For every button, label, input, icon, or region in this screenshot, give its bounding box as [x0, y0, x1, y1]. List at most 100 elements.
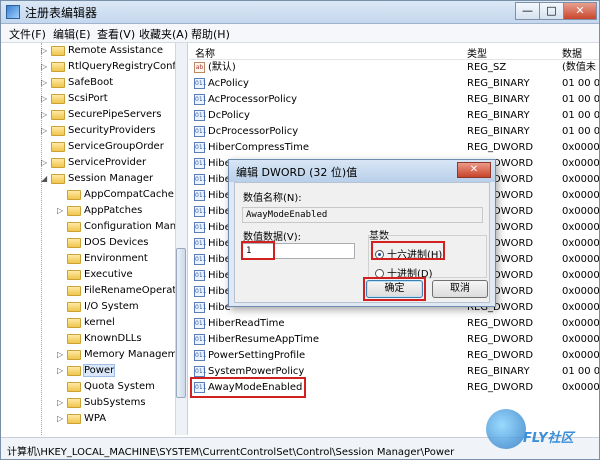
- minimize-button[interactable]: —: [515, 2, 540, 20]
- list-item[interactable]: 011 HiberReadTime REG_DWORD 0x0000: [189, 316, 599, 332]
- tree-item-power-selected[interactable]: ▷ Power: [57, 363, 116, 379]
- tree-item[interactable]: ▷ RtlQueryRegistryConfig: [41, 59, 185, 75]
- tree-item[interactable]: ▷ ServiceProvider: [41, 155, 146, 171]
- folder-icon: [67, 190, 81, 200]
- tree-item[interactable]: Executive: [57, 267, 133, 283]
- awaymode-highlight-box: [190, 377, 306, 398]
- close-button[interactable]: ✕: [563, 2, 597, 20]
- tree-item[interactable]: ◢ Session Manager: [41, 171, 153, 187]
- tree-item[interactable]: ▷ SecurityProviders: [41, 123, 155, 139]
- value-name-field[interactable]: AwayModeEnabled: [242, 207, 483, 223]
- tree-item[interactable]: ▷ AppPatches: [57, 203, 142, 219]
- list-item[interactable]: ab (默认) REG_SZ (数值未: [189, 60, 599, 76]
- list-item[interactable]: 011 AcPolicy REG_BINARY 01 00 0: [189, 76, 599, 92]
- list-header: 名称 类型 数据: [189, 43, 599, 60]
- tree-item[interactable]: ▷ Memory Managem: [57, 347, 177, 363]
- folder-icon: [67, 382, 81, 392]
- tree-item[interactable]: ServiceGroupOrder: [41, 139, 164, 155]
- tree-item[interactable]: KnownDLLs: [57, 331, 142, 347]
- menu-edit[interactable]: 编辑(E): [53, 26, 91, 42]
- binary-value-icon: 011: [194, 78, 207, 89]
- folder-icon: [67, 366, 81, 376]
- binary-value-icon: 011: [194, 190, 207, 201]
- binary-value-icon: 011: [194, 238, 207, 249]
- status-path: 计算机\HKEY_LOCAL_MACHINE\SYSTEM\CurrentCon…: [7, 447, 455, 458]
- folder-icon: [51, 126, 65, 136]
- dialog-body: 数值名称(N): AwayModeEnabled 数值数据(V): 1 基数 十…: [234, 182, 490, 303]
- folder-icon: [67, 334, 81, 344]
- tree-item[interactable]: AppCompatCache: [57, 187, 174, 203]
- list-item[interactable]: 011 HiberCompressTime REG_DWORD 0x0000: [189, 140, 599, 156]
- binary-value-icon: 011: [194, 350, 207, 361]
- folder-icon: [51, 174, 65, 184]
- binary-value-icon: 011: [194, 302, 207, 313]
- tree-item[interactable]: I/O System: [57, 299, 139, 315]
- dialog-title-bar[interactable]: 编辑 DWORD (32 位)值 ✕: [229, 160, 495, 182]
- tree-item[interactable]: ▷ SecurePipeServers: [41, 107, 161, 123]
- list-item[interactable]: 011 PowerSettingProfile REG_DWORD 0x0000: [189, 348, 599, 364]
- folder-icon: [51, 46, 65, 56]
- binary-value-icon: 011: [194, 286, 207, 297]
- menu-file[interactable]: 文件(F): [9, 26, 46, 42]
- tree-item[interactable]: ▷ SafeBoot: [41, 75, 113, 91]
- binary-value-icon: 011: [194, 206, 207, 217]
- list-item[interactable]: 011 AcProcessorPolicy REG_BINARY 01 00 0: [189, 92, 599, 108]
- tree-item[interactable]: ▷ ScsiPort: [41, 91, 108, 107]
- dialog-close-button[interactable]: ✕: [457, 162, 491, 178]
- binary-value-icon: 011: [194, 142, 207, 153]
- tree-item[interactable]: Quota System: [57, 379, 155, 395]
- list-item[interactable]: 011 DcProcessorPolicy REG_BINARY 01 00 0: [189, 124, 599, 140]
- edit-dword-dialog: 编辑 DWORD (32 位)值 ✕ 数值名称(N): AwayModeEnab…: [228, 159, 496, 307]
- regedit-app-icon: [6, 5, 20, 19]
- tree-item[interactable]: ▷ Remote Assistance: [41, 43, 163, 59]
- binary-value-icon: 011: [194, 318, 207, 329]
- folder-icon: [67, 222, 81, 232]
- tree-item[interactable]: Configuration Mana: [57, 219, 182, 235]
- menu-help[interactable]: 帮助(H): [191, 26, 230, 42]
- menu-favorites[interactable]: 收藏夹(A): [139, 26, 188, 42]
- tree-scrollbar-thumb[interactable]: [176, 248, 186, 398]
- binary-value-icon: 011: [194, 94, 207, 105]
- folder-icon: [51, 142, 65, 152]
- ok-highlight-box: [363, 277, 426, 301]
- binary-value-icon: 011: [194, 366, 207, 377]
- tree-item[interactable]: Environment: [57, 251, 148, 267]
- folder-icon: [67, 238, 81, 248]
- tree-item[interactable]: kernel: [57, 315, 115, 331]
- tree-item[interactable]: ▷ SubSystems: [57, 395, 146, 411]
- menu-bar: 文件(F) 编辑(E) 查看(V) 收藏夹(A) 帮助(H): [1, 24, 599, 43]
- menu-view[interactable]: 查看(V): [97, 26, 135, 42]
- string-value-icon: ab: [194, 62, 205, 73]
- registry-editor-window: 注册表编辑器 — □ ✕ 文件(F) 编辑(E) 查看(V) 收藏夹(A) 帮助…: [0, 0, 600, 460]
- binary-value-icon: 011: [194, 334, 207, 345]
- column-header-name[interactable]: 名称: [195, 45, 215, 60]
- tree-item[interactable]: DOS Devices: [57, 235, 149, 251]
- column-header-type[interactable]: 类型: [467, 45, 487, 60]
- folder-icon: [67, 414, 81, 424]
- list-item[interactable]: 011 HiberResumeAppTime REG_DWORD 0x0000: [189, 332, 599, 348]
- title-bar[interactable]: 注册表编辑器 — □ ✕: [1, 1, 599, 24]
- list-item[interactable]: 011 DcPolicy REG_BINARY 01 00 0: [189, 108, 599, 124]
- maximize-button[interactable]: □: [539, 2, 564, 20]
- folder-icon: [67, 350, 81, 360]
- column-header-data[interactable]: 数据: [562, 45, 582, 60]
- dialog-title: 编辑 DWORD (32 位)值: [236, 166, 358, 179]
- folder-icon: [51, 78, 65, 88]
- folder-icon: [51, 110, 65, 120]
- folder-icon: [67, 206, 81, 216]
- folder-icon: [67, 254, 81, 264]
- binary-value-icon: 011: [194, 270, 207, 281]
- tree-item[interactable]: ▷ WPA: [57, 411, 106, 427]
- folder-icon: [67, 398, 81, 408]
- value-name-label: 数值名称(N):: [243, 193, 302, 204]
- binary-value-icon: 011: [194, 126, 207, 137]
- registry-key-tree[interactable]: ▷ Remote Assistance ▷ RtlQueryRegistryConf…: [1, 43, 188, 435]
- watermark-text: FLY社区: [523, 431, 574, 446]
- tree-item[interactable]: FileRenameOperatio: [57, 283, 185, 299]
- cancel-button[interactable]: 取消: [432, 280, 488, 298]
- value-data-highlight-box: [241, 241, 275, 260]
- window-title: 注册表编辑器: [25, 6, 98, 20]
- hex-highlight-box: [371, 241, 445, 260]
- folder-icon: [51, 62, 65, 72]
- binary-value-icon: 011: [194, 254, 207, 265]
